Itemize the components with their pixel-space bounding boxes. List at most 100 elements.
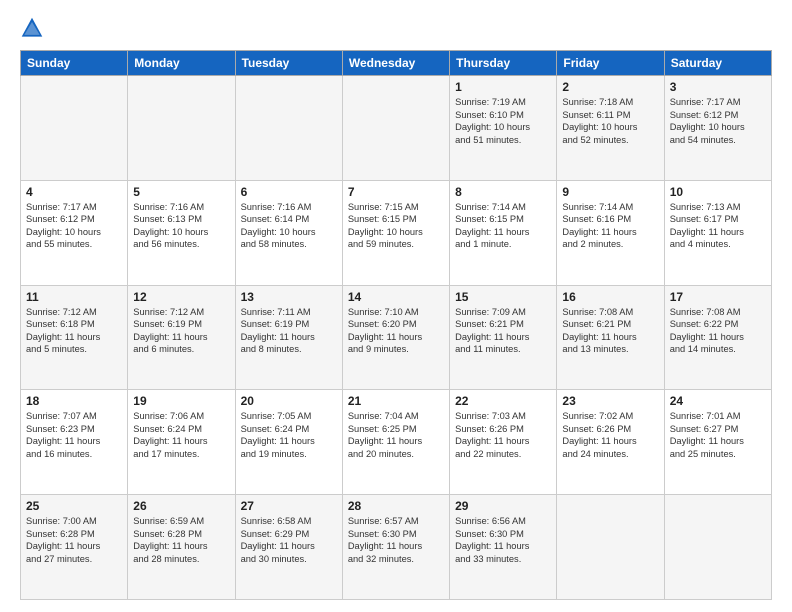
cell-info: Sunrise: 7:01 AM Sunset: 6:27 PM Dayligh… xyxy=(670,410,766,460)
cell-info: Sunrise: 7:03 AM Sunset: 6:26 PM Dayligh… xyxy=(455,410,551,460)
day-number: 16 xyxy=(562,290,658,304)
day-number: 12 xyxy=(133,290,229,304)
week-row-3: 11 Sunrise: 7:12 AM Sunset: 6:18 PM Dayli… xyxy=(21,285,772,390)
cell-info: Sunrise: 7:19 AM Sunset: 6:10 PM Dayligh… xyxy=(455,96,551,146)
calendar-cell xyxy=(664,495,771,600)
cell-info: Sunrise: 7:06 AM Sunset: 6:24 PM Dayligh… xyxy=(133,410,229,460)
day-number: 8 xyxy=(455,185,551,199)
calendar-cell: 11 Sunrise: 7:12 AM Sunset: 6:18 PM Dayli… xyxy=(21,285,128,390)
day-number: 17 xyxy=(670,290,766,304)
calendar-cell: 21 Sunrise: 7:04 AM Sunset: 6:25 PM Dayli… xyxy=(342,390,449,495)
day-number: 22 xyxy=(455,394,551,408)
page: SundayMondayTuesdayWednesdayThursdayFrid… xyxy=(0,0,792,612)
calendar-cell: 25Sunrise: 7:00 AM Sunset: 6:28 PM Dayli… xyxy=(21,495,128,600)
calendar-cell xyxy=(128,76,235,181)
cell-info: Sunrise: 7:08 AM Sunset: 6:21 PM Dayligh… xyxy=(562,306,658,356)
col-header-tuesday: Tuesday xyxy=(235,51,342,76)
col-header-wednesday: Wednesday xyxy=(342,51,449,76)
day-number: 24 xyxy=(670,394,766,408)
cell-info: Sunrise: 7:13 AM Sunset: 6:17 PM Dayligh… xyxy=(670,201,766,251)
day-number: 26 xyxy=(133,499,229,513)
cell-info: Sunrise: 7:17 AM Sunset: 6:12 PM Dayligh… xyxy=(670,96,766,146)
calendar-cell: 16 Sunrise: 7:08 AM Sunset: 6:21 PM Dayli… xyxy=(557,285,664,390)
day-number: 21 xyxy=(348,394,444,408)
logo xyxy=(20,16,48,40)
calendar-cell xyxy=(557,495,664,600)
calendar-cell xyxy=(21,76,128,181)
cell-info: Sunrise: 7:08 AM Sunset: 6:22 PM Dayligh… xyxy=(670,306,766,356)
day-number: 13 xyxy=(241,290,337,304)
calendar-cell: 13 Sunrise: 7:11 AM Sunset: 6:19 PM Dayli… xyxy=(235,285,342,390)
cell-info: Sunrise: 6:56 AM Sunset: 6:30 PM Dayligh… xyxy=(455,515,551,565)
cell-info: Sunrise: 7:15 AM Sunset: 6:15 PM Dayligh… xyxy=(348,201,444,251)
calendar-cell: 3 Sunrise: 7:17 AM Sunset: 6:12 PM Daylig… xyxy=(664,76,771,181)
header xyxy=(20,16,772,40)
day-number: 10 xyxy=(670,185,766,199)
calendar-cell: 12 Sunrise: 7:12 AM Sunset: 6:19 PM Dayli… xyxy=(128,285,235,390)
cell-info: Sunrise: 6:58 AM Sunset: 6:29 PM Dayligh… xyxy=(241,515,337,565)
col-header-monday: Monday xyxy=(128,51,235,76)
day-number: 5 xyxy=(133,185,229,199)
cell-info: Sunrise: 7:14 AM Sunset: 6:16 PM Dayligh… xyxy=(562,201,658,251)
day-number: 4 xyxy=(26,185,122,199)
week-row-1: 1 Sunrise: 7:19 AM Sunset: 6:10 PM Daylig… xyxy=(21,76,772,181)
calendar-cell: 9 Sunrise: 7:14 AM Sunset: 6:16 PM Daylig… xyxy=(557,180,664,285)
cell-info: Sunrise: 7:07 AM Sunset: 6:23 PM Dayligh… xyxy=(26,410,122,460)
day-number: 27 xyxy=(241,499,337,513)
header-row: SundayMondayTuesdayWednesdayThursdayFrid… xyxy=(21,51,772,76)
calendar-cell: 26 Sunrise: 6:59 AM Sunset: 6:28 PM Dayli… xyxy=(128,495,235,600)
day-number: 20 xyxy=(241,394,337,408)
cell-info: Sunrise: 7:12 AM Sunset: 6:19 PM Dayligh… xyxy=(133,306,229,356)
calendar-cell: 2 Sunrise: 7:18 AM Sunset: 6:11 PM Daylig… xyxy=(557,76,664,181)
cell-info: Sunrise: 6:57 AM Sunset: 6:30 PM Dayligh… xyxy=(348,515,444,565)
cell-info: Sunrise: 7:11 AM Sunset: 6:19 PM Dayligh… xyxy=(241,306,337,356)
cell-info: Sunrise: 7:16 AM Sunset: 6:13 PM Dayligh… xyxy=(133,201,229,251)
calendar-cell: 22 Sunrise: 7:03 AM Sunset: 6:26 PM Dayli… xyxy=(450,390,557,495)
day-number: 25 xyxy=(26,499,122,513)
calendar-cell: 28Sunrise: 6:57 AM Sunset: 6:30 PM Dayli… xyxy=(342,495,449,600)
calendar-cell: 10 Sunrise: 7:13 AM Sunset: 6:17 PM Dayli… xyxy=(664,180,771,285)
calendar-cell: 19 Sunrise: 7:06 AM Sunset: 6:24 PM Dayli… xyxy=(128,390,235,495)
day-number: 19 xyxy=(133,394,229,408)
calendar-cell: 29 Sunrise: 6:56 AM Sunset: 6:30 PM Dayli… xyxy=(450,495,557,600)
day-number: 23 xyxy=(562,394,658,408)
calendar-cell: 7 Sunrise: 7:15 AM Sunset: 6:15 PM Daylig… xyxy=(342,180,449,285)
col-header-sunday: Sunday xyxy=(21,51,128,76)
calendar-table: SundayMondayTuesdayWednesdayThursdayFrid… xyxy=(20,50,772,600)
day-number: 3 xyxy=(670,80,766,94)
day-number: 7 xyxy=(348,185,444,199)
day-number: 14 xyxy=(348,290,444,304)
logo-icon xyxy=(20,16,44,40)
calendar-cell: 20Sunrise: 7:05 AM Sunset: 6:24 PM Dayli… xyxy=(235,390,342,495)
cell-info: Sunrise: 7:02 AM Sunset: 6:26 PM Dayligh… xyxy=(562,410,658,460)
cell-info: Sunrise: 7:10 AM Sunset: 6:20 PM Dayligh… xyxy=(348,306,444,356)
cell-info: Sunrise: 7:14 AM Sunset: 6:15 PM Dayligh… xyxy=(455,201,551,251)
calendar-cell xyxy=(342,76,449,181)
day-number: 6 xyxy=(241,185,337,199)
calendar-cell: 6 Sunrise: 7:16 AM Sunset: 6:14 PM Daylig… xyxy=(235,180,342,285)
calendar-cell: 17 Sunrise: 7:08 AM Sunset: 6:22 PM Dayli… xyxy=(664,285,771,390)
week-row-2: 4 Sunrise: 7:17 AM Sunset: 6:12 PM Daylig… xyxy=(21,180,772,285)
cell-info: Sunrise: 7:12 AM Sunset: 6:18 PM Dayligh… xyxy=(26,306,122,356)
day-number: 29 xyxy=(455,499,551,513)
calendar-cell xyxy=(235,76,342,181)
calendar-cell: 8 Sunrise: 7:14 AM Sunset: 6:15 PM Daylig… xyxy=(450,180,557,285)
cell-info: Sunrise: 7:16 AM Sunset: 6:14 PM Dayligh… xyxy=(241,201,337,251)
day-number: 1 xyxy=(455,80,551,94)
week-row-5: 25Sunrise: 7:00 AM Sunset: 6:28 PM Dayli… xyxy=(21,495,772,600)
day-number: 11 xyxy=(26,290,122,304)
cell-info: Sunrise: 7:09 AM Sunset: 6:21 PM Dayligh… xyxy=(455,306,551,356)
day-number: 15 xyxy=(455,290,551,304)
day-number: 2 xyxy=(562,80,658,94)
col-header-saturday: Saturday xyxy=(664,51,771,76)
calendar-cell: 4 Sunrise: 7:17 AM Sunset: 6:12 PM Daylig… xyxy=(21,180,128,285)
day-number: 9 xyxy=(562,185,658,199)
cell-info: Sunrise: 6:59 AM Sunset: 6:28 PM Dayligh… xyxy=(133,515,229,565)
cell-info: Sunrise: 7:17 AM Sunset: 6:12 PM Dayligh… xyxy=(26,201,122,251)
calendar-cell: 18 Sunrise: 7:07 AM Sunset: 6:23 PM Dayli… xyxy=(21,390,128,495)
cell-info: Sunrise: 7:04 AM Sunset: 6:25 PM Dayligh… xyxy=(348,410,444,460)
cell-info: Sunrise: 7:18 AM Sunset: 6:11 PM Dayligh… xyxy=(562,96,658,146)
col-header-friday: Friday xyxy=(557,51,664,76)
col-header-thursday: Thursday xyxy=(450,51,557,76)
day-number: 18 xyxy=(26,394,122,408)
